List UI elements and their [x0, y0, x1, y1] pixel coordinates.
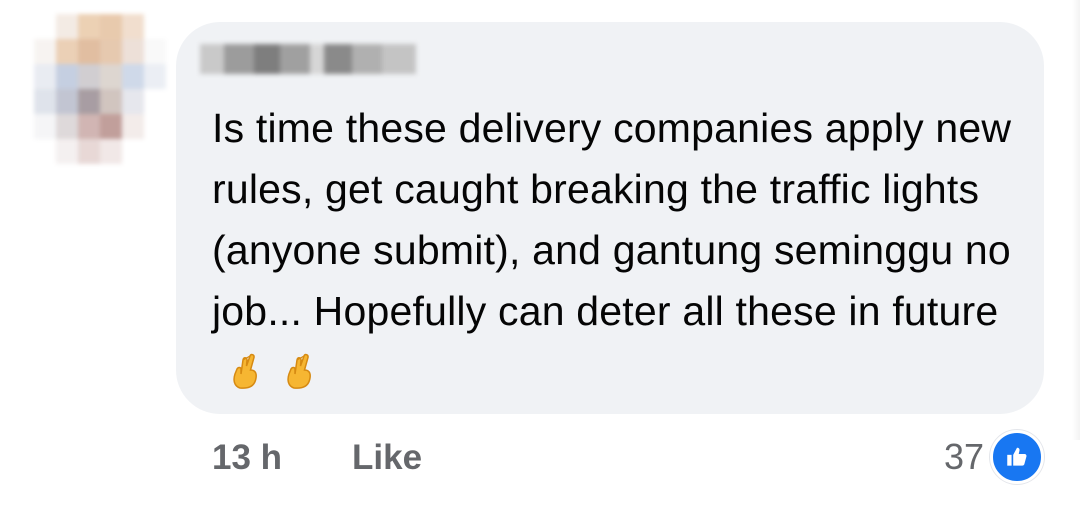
edge-shadow [1072, 0, 1080, 440]
crossed-fingers-icon [226, 348, 266, 389]
author-name-redacted[interactable] [200, 40, 416, 78]
reaction-summary[interactable]: 37 [944, 430, 1044, 484]
comment-timestamp[interactable]: 13 h [212, 438, 282, 478]
reaction-count: 37 [943, 436, 984, 477]
comment-container: Is time these delivery companies apply n… [0, 0, 1080, 520]
like-button[interactable]: Like [352, 438, 422, 478]
comment-body: Is time these delivery companies apply n… [212, 105, 1012, 334]
comment-text: Is time these delivery companies apply n… [212, 98, 1032, 403]
crossed-fingers-icon [280, 348, 320, 389]
like-icon [990, 430, 1044, 484]
avatar[interactable] [34, 14, 166, 164]
